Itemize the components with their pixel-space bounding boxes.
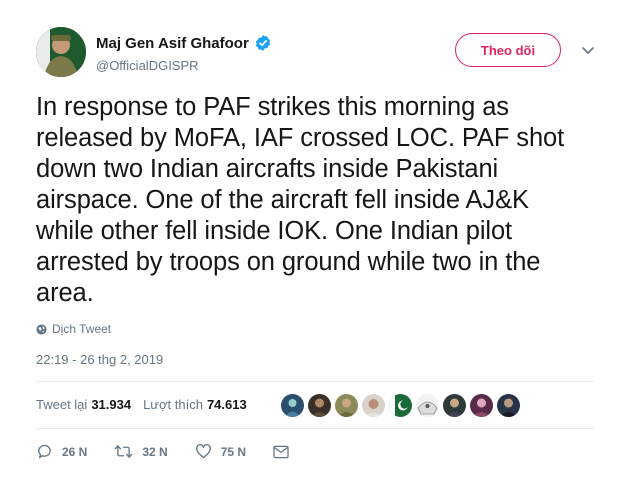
liker-avatar[interactable] — [470, 394, 493, 417]
likers-avatars — [281, 394, 524, 417]
retweet-button[interactable]: 32 N — [114, 443, 168, 460]
engagement-stats: Tweet lại 31.934 Lượt thích 74.613 — [36, 397, 259, 412]
author-avatar[interactable] — [36, 27, 86, 77]
likes-count: 74.613 — [206, 397, 247, 412]
tweet-timestamp[interactable]: 22:19 - 26 thg 2, 2019 — [36, 352, 163, 367]
likes-stat[interactable]: Lượt thích 74.613 — [143, 397, 247, 412]
retweet-count: 32 N — [142, 444, 168, 459]
translate-label: Dịch Tweet — [52, 322, 112, 336]
liker-avatar[interactable] — [443, 394, 466, 417]
reply-count: 26 N — [62, 444, 88, 459]
liker-avatar[interactable] — [497, 394, 520, 417]
retweets-label: Tweet lại — [36, 397, 88, 412]
reply-icon — [38, 444, 51, 459]
chevron-down-icon[interactable] — [580, 42, 596, 58]
liker-avatar[interactable] — [335, 394, 358, 417]
envelope-icon — [273, 445, 289, 458]
likes-label: Lượt thích — [143, 397, 203, 412]
tweet-text: In response to PAF strikes this morning … — [36, 93, 565, 307]
liker-avatar[interactable] — [308, 394, 331, 417]
like-button[interactable]: 75 N — [195, 443, 246, 460]
heart-icon — [195, 444, 211, 459]
retweets-count: 31.934 — [91, 397, 132, 412]
reply-button[interactable]: 26 N — [36, 443, 87, 460]
divider — [36, 428, 594, 429]
divider — [36, 381, 594, 382]
liker-avatar[interactable] — [416, 394, 439, 417]
follow-button[interactable]: Theo dõi — [455, 33, 561, 67]
verified-badge-icon — [254, 34, 272, 52]
translate-tweet-link[interactable]: Dịch Tweet — [36, 322, 111, 336]
liker-avatar[interactable] — [389, 394, 412, 417]
tweet-actions: 26 N 32 N 75 N — [36, 443, 325, 460]
author-display-name[interactable]: Maj Gen Asif Ghafoor — [96, 35, 249, 52]
globe-icon — [36, 323, 47, 335]
direct-message-button[interactable] — [273, 445, 298, 459]
retweet-icon — [115, 445, 133, 458]
liker-avatar[interactable] — [362, 394, 385, 417]
like-count: 75 N — [220, 444, 247, 459]
retweets-stat[interactable]: Tweet lại 31.934 — [36, 397, 131, 412]
liker-avatar[interactable] — [281, 394, 304, 417]
author-name-row: Maj Gen Asif Ghafoor — [96, 33, 272, 53]
author-handle[interactable]: @OfficialDGISPR — [96, 58, 199, 73]
